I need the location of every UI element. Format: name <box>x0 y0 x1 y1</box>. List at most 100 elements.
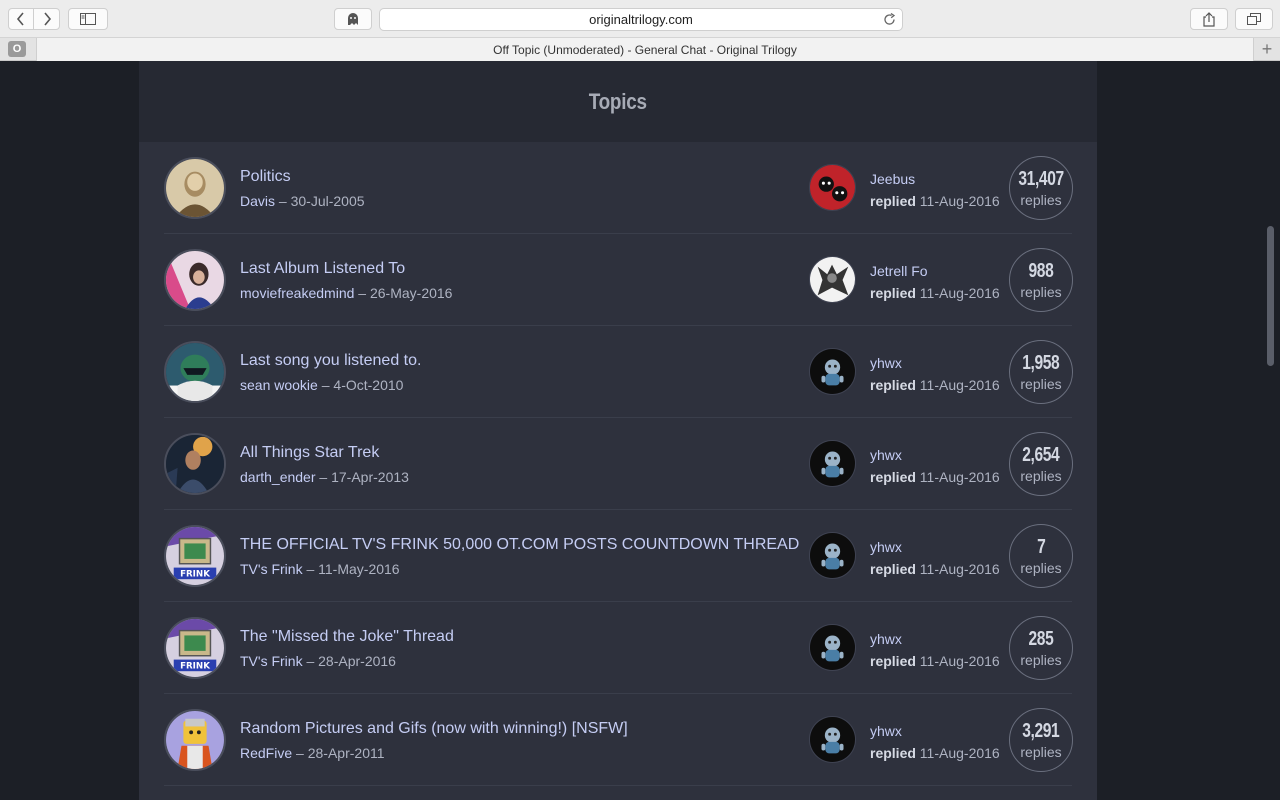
privacy-button[interactable] <box>334 8 372 30</box>
reply-count-badge: 3,291 replies <box>1009 708 1073 772</box>
replied-label: replied <box>870 377 916 393</box>
last-poster-avatar[interactable] <box>809 348 856 395</box>
last-reply-date: 11-Aug-2016 <box>919 377 1000 393</box>
last-poster-avatar[interactable] <box>809 532 856 579</box>
author-link[interactable]: sean wookie <box>240 377 318 393</box>
replied-label: replied <box>870 653 916 669</box>
topic-row[interactable]: All Things Star Trek darth_ender – 17-Ap… <box>164 418 1073 510</box>
topic-meta: TV's Frink – 11-May-2016 <box>240 561 400 577</box>
topic-meta: TV's Frink – 28-Apr-2016 <box>240 653 396 669</box>
last-reply-date: 11-Aug-2016 <box>919 561 1000 577</box>
topic-title-link[interactable]: Random Pictures and Gifs (now with winni… <box>240 720 628 738</box>
topic-title-link[interactable]: Last Album Listened To <box>240 260 405 278</box>
last-poster-avatar[interactable] <box>809 716 856 763</box>
last-reply-info: replied 11-Aug-2016 <box>870 561 1000 577</box>
topic-row[interactable]: Politics Davis – 30-Jul-2005 Jeebus repl… <box>164 142 1073 234</box>
last-poster-link[interactable]: yhwx <box>870 539 902 555</box>
last-poster-link[interactable]: yhwx <box>870 631 902 647</box>
tab-bar: O Off Topic (Unmoderated) - General Chat… <box>0 38 1280 61</box>
reply-count: 988 <box>1028 259 1054 282</box>
reply-count-label: replies <box>1020 743 1062 760</box>
page-scrollbar[interactable] <box>1267 226 1274 366</box>
last-reply-date: 11-Aug-2016 <box>919 469 1000 485</box>
author-link[interactable]: moviefreakedmind <box>240 285 354 301</box>
new-tab-button[interactable]: + <box>1258 40 1276 58</box>
reply-count-badge: 988 replies <box>1009 248 1073 312</box>
topic-title-link[interactable]: All Things Star Trek <box>240 444 379 462</box>
topic-meta: moviefreakedmind – 26-May-2016 <box>240 285 452 301</box>
address-bar[interactable]: originaltrilogy.com <box>379 8 903 31</box>
meta-separator: – <box>358 285 367 301</box>
show-tabs-button[interactable] <box>1235 8 1273 30</box>
avatar-text: FRINK <box>180 661 210 671</box>
topic-title-link[interactable]: THE OFFICIAL TV'S FRINK 50,000 OT.COM PO… <box>240 536 799 554</box>
topic-title-link[interactable]: The "Missed the Joke" Thread <box>240 628 454 646</box>
author-link[interactable]: darth_ender <box>240 469 316 485</box>
author-link[interactable]: TV's Frink <box>240 561 303 577</box>
last-poster-link[interactable]: yhwx <box>870 355 902 371</box>
reply-count: 1,958 <box>1022 351 1060 374</box>
chevron-right-icon <box>43 12 51 26</box>
author-link[interactable]: TV's Frink <box>240 653 303 669</box>
share-button[interactable] <box>1190 8 1228 30</box>
topic-date: 4-Oct-2010 <box>333 377 404 393</box>
last-poster-avatar[interactable] <box>809 440 856 487</box>
reply-count-badge: 31,407 replies <box>1009 156 1073 220</box>
last-reply-info: replied 11-Aug-2016 <box>870 469 1000 485</box>
reply-count-label: replies <box>1020 559 1062 576</box>
topic-title-link[interactable]: Politics <box>240 168 291 186</box>
last-poster-avatar[interactable] <box>809 624 856 671</box>
last-poster-avatar[interactable] <box>809 164 856 211</box>
back-button[interactable] <box>8 8 34 30</box>
last-poster-link[interactable]: Jetrell Fo <box>870 263 928 279</box>
sidebar-icon <box>80 13 96 25</box>
last-reply-info: replied 11-Aug-2016 <box>870 193 1000 209</box>
last-poster-link[interactable]: Jeebus <box>870 171 915 187</box>
topic-meta: darth_ender – 17-Apr-2013 <box>240 469 409 485</box>
tabs-icon <box>1247 13 1261 25</box>
topic-row[interactable]: FRINK The "Missed the Joke" Thread TV's … <box>164 602 1073 694</box>
topic-date: 30-Jul-2005 <box>290 193 365 209</box>
sidebar-toggle-button[interactable] <box>68 8 108 30</box>
author-avatar[interactable]: FRINK <box>164 617 226 679</box>
meta-separator: – <box>306 653 315 669</box>
last-reply-info: replied 11-Aug-2016 <box>870 285 1000 301</box>
reply-count: 7 <box>1036 535 1046 558</box>
forward-button[interactable] <box>33 8 60 30</box>
share-icon <box>1203 11 1215 27</box>
topic-title-link[interactable]: Last song you listened to. <box>240 352 421 370</box>
topic-row[interactable]: Last song you listened to. sean wookie –… <box>164 326 1073 418</box>
topic-row[interactable]: Last Album Listened To moviefreakedmind … <box>164 234 1073 326</box>
topic-date: 11-May-2016 <box>318 561 400 577</box>
last-reply-info: replied 11-Aug-2016 <box>870 745 1000 761</box>
topic-date: 28-Apr-2016 <box>318 653 396 669</box>
meta-separator: – <box>319 469 328 485</box>
author-avatar[interactable] <box>164 249 226 311</box>
topic-row[interactable]: FRINK THE OFFICIAL TV'S FRINK 50,000 OT.… <box>164 510 1073 602</box>
topic-meta: sean wookie – 4-Oct-2010 <box>240 377 403 393</box>
author-avatar[interactable] <box>164 433 226 495</box>
last-poster-avatar[interactable] <box>809 256 856 303</box>
reply-count-badge: 2,654 replies <box>1009 432 1073 496</box>
tab-active[interactable]: Off Topic (Unmoderated) - General Chat -… <box>36 38 1254 61</box>
topic-row[interactable]: Random Pictures and Gifs (now with winni… <box>164 694 1073 786</box>
reply-count-label: replies <box>1020 375 1062 392</box>
author-avatar[interactable] <box>164 709 226 771</box>
last-reply-info: replied 11-Aug-2016 <box>870 653 1000 669</box>
author-avatar[interactable]: FRINK <box>164 525 226 587</box>
author-link[interactable]: Davis <box>240 193 275 209</box>
replied-label: replied <box>870 561 916 577</box>
author-avatar[interactable] <box>164 341 226 403</box>
last-reply-date: 11-Aug-2016 <box>919 653 1000 669</box>
favicon: O <box>8 41 26 57</box>
last-poster-link[interactable]: yhwx <box>870 723 902 739</box>
reload-icon[interactable] <box>883 12 896 29</box>
author-avatar[interactable] <box>164 157 226 219</box>
topic-date: 26-May-2016 <box>369 285 453 301</box>
author-link[interactable]: RedFive <box>240 745 292 761</box>
topics-panel: Topics Politics Davis – 30-Jul-2005 Jeeb… <box>139 61 1097 800</box>
avatar-text: FRINK <box>180 569 210 579</box>
last-poster-link[interactable]: yhwx <box>870 447 902 463</box>
section-title: Topics <box>588 88 648 114</box>
topic-date: 28-Apr-2011 <box>307 745 385 761</box>
